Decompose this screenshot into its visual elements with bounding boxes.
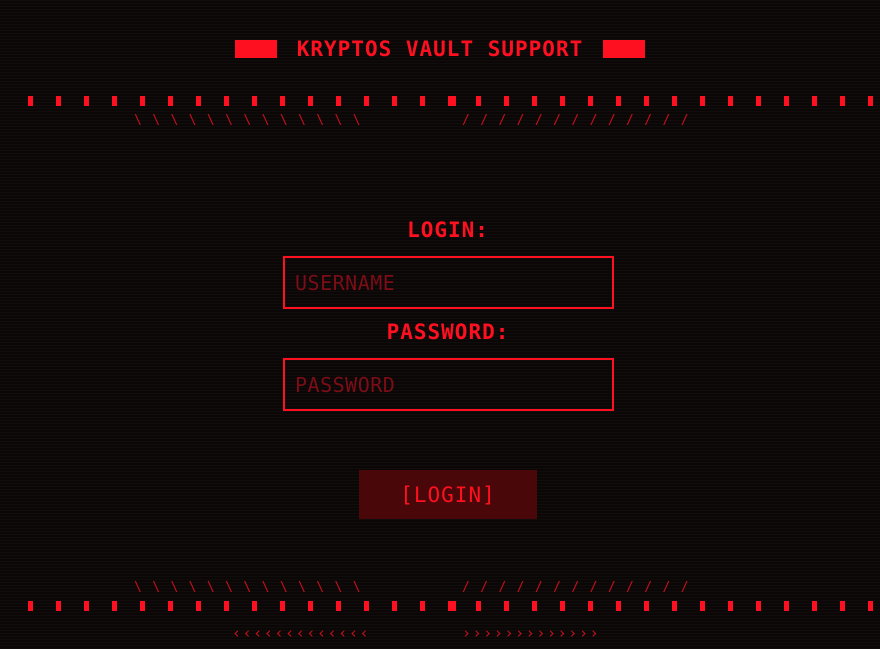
tick-mark — [588, 601, 593, 611]
tick-mark — [644, 96, 649, 106]
tick-mark — [308, 96, 313, 106]
tick-mark — [140, 601, 145, 611]
tick-mark — [84, 96, 89, 106]
tick-mark — [168, 96, 173, 106]
bottom-slash-divider: \\\\\\\\\\\\\ ///////////// — [0, 581, 880, 595]
top-tick-divider — [28, 96, 873, 106]
tick-mark — [756, 96, 761, 106]
tick-mark — [616, 601, 621, 611]
top-forwardslash-decor: ///////////// — [462, 113, 699, 128]
tick-mark — [812, 96, 817, 106]
tick-mark — [700, 96, 705, 106]
tick-mark — [784, 96, 789, 106]
tick-mark — [700, 601, 705, 611]
tick-mark — [448, 601, 456, 611]
tick-mark — [644, 601, 649, 611]
tick-mark — [532, 96, 537, 106]
bottom-backslash-decor: \\\\\\\\\\\\\ — [134, 580, 371, 595]
tick-mark — [756, 601, 761, 611]
tick-mark — [28, 601, 33, 611]
tick-mark — [588, 96, 593, 106]
tick-mark — [728, 601, 733, 611]
tick-mark — [308, 601, 313, 611]
tick-mark — [224, 601, 229, 611]
tick-mark — [420, 96, 425, 106]
tick-mark — [252, 601, 257, 611]
tick-mark — [56, 96, 61, 106]
tick-mark — [840, 96, 845, 106]
tick-mark — [280, 601, 285, 611]
tick-mark — [504, 96, 509, 106]
bottom-arrow-divider: ‹‹‹‹‹‹‹‹‹‹‹‹‹ ››››››››››››› — [0, 625, 880, 641]
tick-mark — [364, 601, 369, 611]
tick-mark — [448, 96, 456, 106]
tick-mark — [420, 601, 425, 611]
login-label: LOGIN: — [407, 218, 489, 242]
tick-mark — [364, 96, 369, 106]
title-left-block — [234, 40, 277, 58]
header: KRYPTOS VAULT SUPPORT — [0, 36, 880, 62]
tick-mark — [504, 601, 509, 611]
tick-mark — [196, 601, 201, 611]
tick-mark — [560, 601, 565, 611]
right-arrows-decor: ››››››››››››› — [462, 624, 601, 642]
tick-mark — [868, 601, 873, 611]
tick-mark — [112, 96, 117, 106]
tick-mark — [112, 601, 117, 611]
bottom-tick-divider — [28, 601, 873, 611]
tick-mark — [168, 601, 173, 611]
tick-mark — [560, 96, 565, 106]
bottom-forwardslash-decor: ///////////// — [462, 580, 699, 595]
tick-mark — [840, 601, 845, 611]
tick-mark — [84, 601, 89, 611]
tick-mark — [252, 96, 257, 106]
tick-mark — [784, 601, 789, 611]
tick-mark — [672, 601, 677, 611]
tick-mark — [336, 96, 341, 106]
top-backslash-decor: \\\\\\\\\\\\\ — [134, 113, 371, 128]
top-slash-divider: \\\\\\\\\\\\\ ///////////// — [0, 114, 880, 128]
password-input[interactable] — [283, 358, 614, 411]
tick-mark — [476, 601, 481, 611]
tick-mark — [812, 601, 817, 611]
username-input[interactable] — [283, 256, 614, 309]
tick-mark — [336, 601, 341, 611]
tick-mark — [280, 96, 285, 106]
tick-mark — [196, 96, 201, 106]
title-right-block — [603, 40, 646, 58]
tick-mark — [140, 96, 145, 106]
tick-mark — [728, 96, 733, 106]
left-arrows-decor: ‹‹‹‹‹‹‹‹‹‹‹‹‹ — [232, 624, 371, 642]
tick-mark — [392, 96, 397, 106]
tick-mark — [616, 96, 621, 106]
login-button[interactable]: [LOGIN] — [359, 470, 537, 519]
password-label: PASSWORD: — [386, 320, 510, 344]
tick-mark — [392, 601, 397, 611]
tick-mark — [56, 601, 61, 611]
tick-mark — [224, 96, 229, 106]
tick-mark — [28, 96, 33, 106]
page-title: KRYPTOS VAULT SUPPORT — [296, 37, 584, 61]
tick-mark — [532, 601, 537, 611]
tick-mark — [868, 96, 873, 106]
tick-mark — [672, 96, 677, 106]
tick-mark — [476, 96, 481, 106]
